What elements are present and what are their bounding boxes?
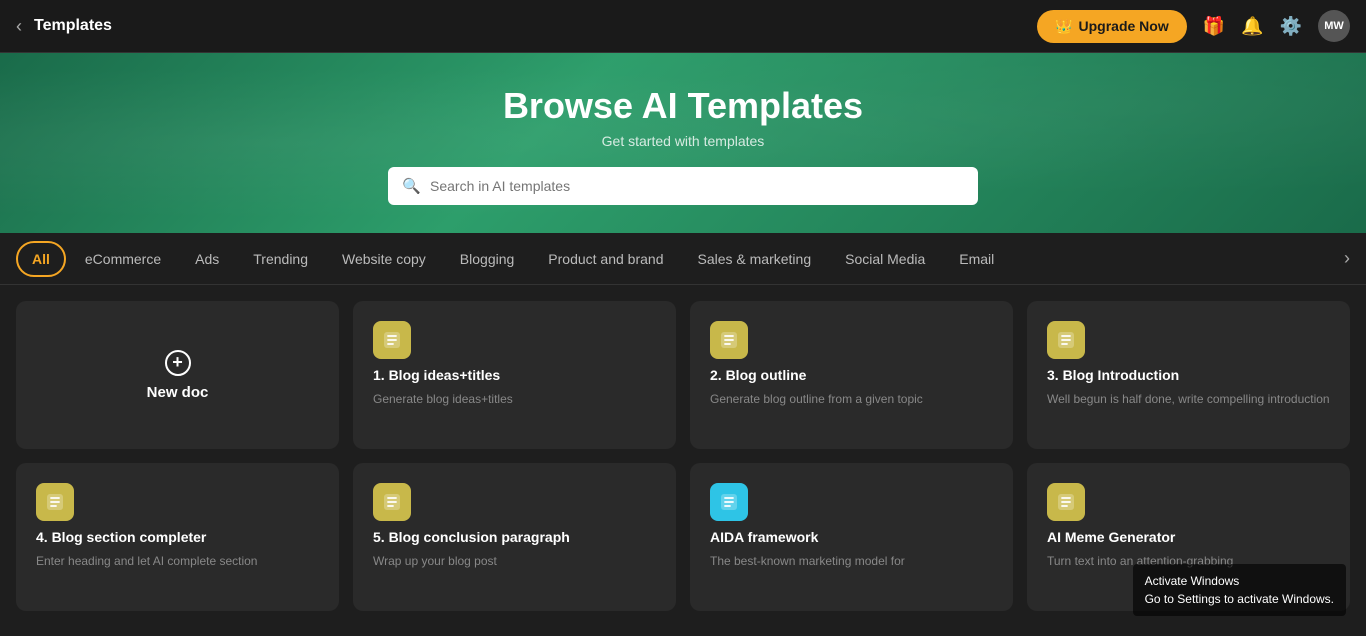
topnav-right: 👑 Upgrade Now 🎁 🔔 ⚙️ MW [1037,10,1350,43]
card-desc-blog-outline: Generate blog outline from a given topic [710,391,993,408]
tab-website-copy[interactable]: Website copy [327,242,441,276]
new-doc-label: New doc [147,384,209,401]
card-new-doc[interactable]: + New doc [16,301,339,449]
card-icon-blog-section-completer [36,483,74,521]
topnav-left: ‹ Templates [16,16,112,37]
settings-icon[interactable]: ⚙️ [1280,16,1302,37]
card-title-aida-framework: AIDA framework [710,529,993,545]
search-input[interactable] [388,167,978,205]
tabs-scroll-right[interactable]: › [1344,248,1350,269]
gift-icon[interactable]: 🎁 [1203,16,1225,37]
card-blog-outline[interactable]: 2. Blog outline Generate blog outline fr… [690,301,1013,449]
search-bar: 🔍 [388,167,978,205]
tab-product-brand[interactable]: Product and brand [533,242,678,276]
tab-trending[interactable]: Trending [238,242,323,276]
search-icon: 🔍 [402,177,421,195]
tab-sales-marketing[interactable]: Sales & marketing [683,242,827,276]
card-aida-framework[interactable]: AIDA framework The best-known marketing … [690,463,1013,611]
card-blog-introduction[interactable]: 3. Blog Introduction Well begun is half … [1027,301,1350,449]
hero-subtitle: Get started with templates [16,133,1350,149]
card-title-blog-introduction: 3. Blog Introduction [1047,367,1330,383]
topnav: ‹ Templates 👑 Upgrade Now 🎁 🔔 ⚙️ MW [0,0,1366,53]
tab-blogging[interactable]: Blogging [445,242,530,276]
avatar-label: MW [1324,20,1344,32]
watermark-line1: Activate Windows [1145,572,1334,590]
card-title-blog-conclusion: 5. Blog conclusion paragraph [373,529,656,545]
card-icon-blog-introduction [1047,321,1085,359]
tab-social-media[interactable]: Social Media [830,242,940,276]
plus-circle-icon: + [165,350,191,376]
tabs-bar: AlleCommerceAdsTrendingWebsite copyBlogg… [0,233,1366,285]
card-title-blog-outline: 2. Blog outline [710,367,993,383]
back-icon: ‹ [16,16,22,37]
card-desc-blog-conclusion: Wrap up your blog post [373,553,656,570]
card-icon-ai-meme-generator [1047,483,1085,521]
card-blog-section-completer[interactable]: 4. Blog section completer Enter heading … [16,463,339,611]
card-desc-aida-framework: The best-known marketing model for [710,553,993,570]
tab-all[interactable]: All [16,241,66,277]
upgrade-button[interactable]: 👑 Upgrade Now [1037,10,1187,43]
card-title-ai-meme-generator: AI Meme Generator [1047,529,1330,545]
card-blog-conclusion[interactable]: 5. Blog conclusion paragraph Wrap up you… [353,463,676,611]
card-blog-ideas-titles[interactable]: 1. Blog ideas+titles Generate blog ideas… [353,301,676,449]
hero-title: Browse AI Templates [16,85,1350,127]
crown-icon: 👑 [1055,18,1072,35]
back-button[interactable]: ‹ [16,16,22,37]
avatar[interactable]: MW [1318,10,1350,42]
card-icon-blog-ideas-titles [373,321,411,359]
tab-ecommerce[interactable]: eCommerce [70,242,176,276]
hero-banner: Browse AI Templates Get started with tem… [0,53,1366,233]
card-icon-blog-outline [710,321,748,359]
windows-watermark: Activate Windows Go to Settings to activ… [1133,564,1346,616]
card-desc-blog-introduction: Well begun is half done, write compellin… [1047,391,1330,408]
card-title-blog-section-completer: 4. Blog section completer [36,529,319,545]
watermark-line2: Go to Settings to activate Windows. [1145,590,1334,608]
tab-email[interactable]: Email [944,242,1009,276]
card-icon-blog-conclusion [373,483,411,521]
upgrade-label: Upgrade Now [1079,18,1169,34]
card-desc-blog-ideas-titles: Generate blog ideas+titles [373,391,656,408]
card-title-blog-ideas-titles: 1. Blog ideas+titles [373,367,656,383]
tab-ads[interactable]: Ads [180,242,234,276]
card-desc-blog-section-completer: Enter heading and let AI complete sectio… [36,553,319,570]
bell-icon[interactable]: 🔔 [1241,16,1263,37]
card-icon-aida-framework [710,483,748,521]
page-title: Templates [34,17,112,35]
